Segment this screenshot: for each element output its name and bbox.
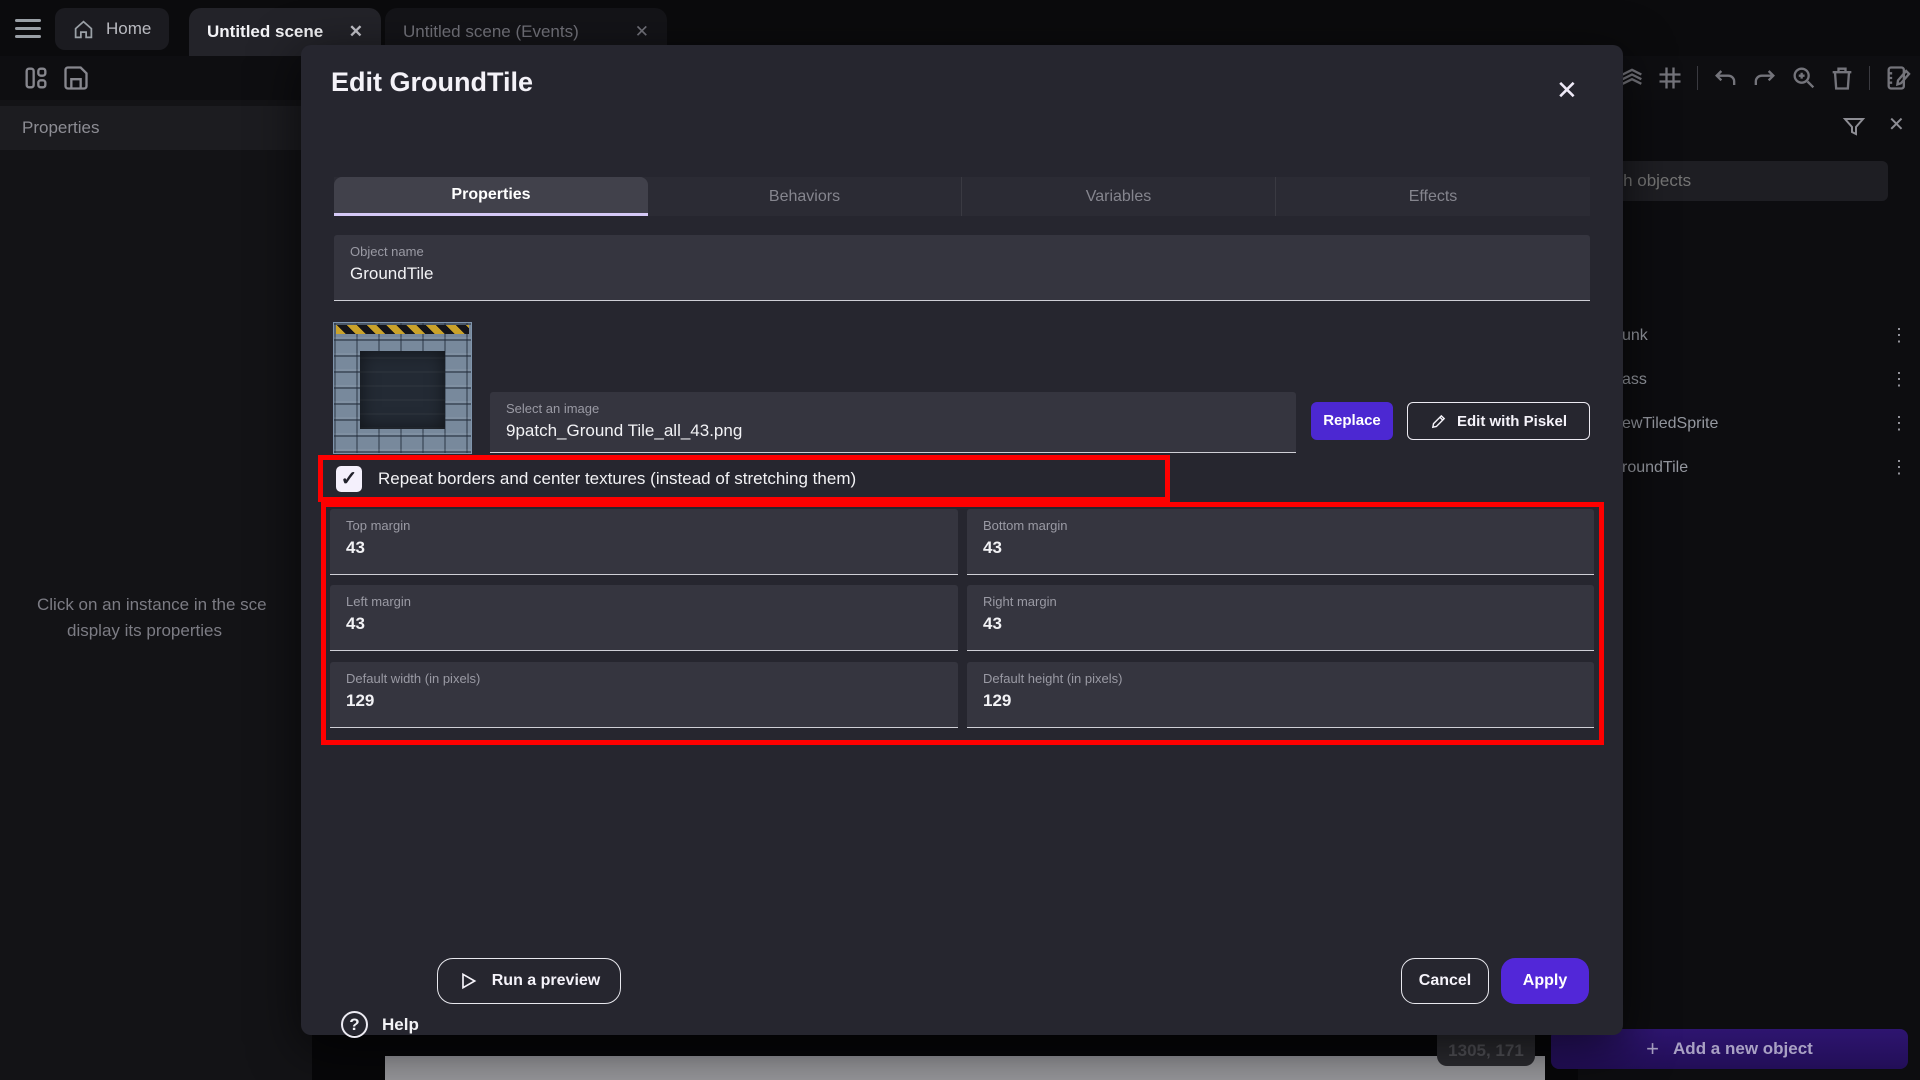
add-new-object-button[interactable]: + Add a new object: [1551, 1029, 1908, 1069]
field-label: Bottom margin: [983, 518, 1068, 533]
redo-icon[interactable]: [1750, 64, 1778, 92]
sprite-thumbnail[interactable]: [334, 323, 471, 453]
field-label: Select an image: [506, 401, 599, 416]
undo-icon[interactable]: [1712, 64, 1740, 92]
pencil-edit-icon: [1430, 413, 1447, 430]
help-button[interactable]: ? Help: [341, 1011, 419, 1038]
object-list-item[interactable]: unk ⋮: [1578, 316, 1920, 360]
apply-button[interactable]: Apply: [1501, 958, 1589, 1004]
top-margin-field[interactable]: Top margin 43: [330, 509, 958, 575]
objects-panel: ✕ unk ⋮ ass ⋮ ewTiledSprite ⋮ roundTile …: [1578, 100, 1920, 1080]
tab-label: Home: [106, 19, 151, 39]
object-label: ass: [1622, 371, 1647, 389]
kebab-menu-icon[interactable]: ⋮: [1890, 325, 1908, 346]
kebab-menu-icon[interactable]: ⋮: [1890, 413, 1908, 434]
run-preview-label: Run a preview: [492, 972, 600, 990]
object-list-item[interactable]: ass ⋮: [1578, 360, 1920, 404]
help-label: Help: [382, 1015, 419, 1035]
app-window: Home Untitled scene ✕ Untitled scene (Ev…: [0, 0, 1920, 1080]
field-value: 129: [346, 691, 374, 711]
field-value: 43: [346, 538, 365, 558]
kebab-menu-icon[interactable]: ⋮: [1890, 369, 1908, 390]
field-value: 43: [346, 614, 365, 634]
cancel-button[interactable]: Cancel: [1401, 958, 1489, 1004]
close-tab-icon[interactable]: ✕: [635, 22, 649, 42]
field-value: 129: [983, 691, 1011, 711]
add-new-object-label: Add a new object: [1673, 1039, 1813, 1059]
field-label: Left margin: [346, 594, 411, 609]
edit-object-dialog: Edit GroundTile ✕ Properties Behaviors V…: [301, 45, 1623, 1035]
kebab-menu-icon[interactable]: ⋮: [1890, 457, 1908, 478]
properties-panel: Properties Click on an instance in the s…: [0, 100, 312, 1080]
trash-icon[interactable]: [1828, 64, 1856, 92]
close-dialog-icon[interactable]: ✕: [1556, 75, 1578, 106]
edit-scene-properties-icon[interactable]: [1884, 64, 1912, 92]
object-label: unk: [1622, 327, 1648, 345]
field-label: Object name: [350, 244, 424, 259]
scene-canvas-edge: [385, 1056, 1545, 1080]
bottom-margin-field[interactable]: Bottom margin 43: [967, 509, 1594, 575]
object-list-item[interactable]: ewTiledSprite ⋮: [1578, 404, 1920, 448]
object-label: ewTiledSprite: [1622, 415, 1718, 433]
run-preview-button[interactable]: Run a preview: [437, 958, 621, 1004]
field-value: GroundTile: [350, 264, 433, 284]
filter-icon[interactable]: [1842, 114, 1866, 138]
replace-button[interactable]: Replace: [1311, 402, 1393, 440]
repeat-borders-checkbox[interactable]: ✓: [336, 466, 362, 492]
left-margin-field[interactable]: Left margin 43: [330, 585, 958, 651]
field-value: 9patch_Ground Tile_all_43.png: [506, 421, 742, 441]
tab-properties[interactable]: Properties: [334, 177, 648, 216]
select-image-field[interactable]: Select an image 9patch_Ground Tile_all_4…: [490, 392, 1296, 453]
tab-effects[interactable]: Effects: [1276, 177, 1590, 216]
thumbnail-hazard-stripe: [336, 325, 469, 334]
right-margin-field[interactable]: Right margin 43: [967, 585, 1594, 651]
field-label: Default width (in pixels): [346, 671, 480, 686]
plus-icon: +: [1646, 1036, 1659, 1062]
properties-empty-message: Click on an instance in the sce display …: [0, 592, 312, 644]
field-value: 43: [983, 538, 1002, 558]
object-name-field[interactable]: Object name GroundTile: [334, 235, 1590, 301]
home-icon: [73, 19, 94, 40]
field-value: 43: [983, 614, 1002, 634]
zoom-in-icon[interactable]: [1790, 64, 1818, 92]
tab-label: Untitled scene: [207, 22, 323, 42]
play-icon: [458, 971, 478, 991]
grid-icon[interactable]: [1656, 64, 1684, 92]
properties-panel-header: Properties: [0, 106, 312, 150]
toolbar-divider: [1697, 66, 1698, 90]
repeat-borders-label: Repeat borders and center textures (inst…: [378, 469, 856, 489]
dialog-title: Edit GroundTile: [331, 67, 533, 98]
field-label: Default height (in pixels): [983, 671, 1122, 686]
close-tab-icon[interactable]: ✕: [349, 22, 363, 42]
thumbnail-center: [360, 351, 445, 429]
hamburger-menu-icon[interactable]: [15, 19, 41, 38]
field-label: Top margin: [346, 518, 410, 533]
save-icon[interactable]: [62, 64, 90, 92]
layout-panels-icon[interactable]: [22, 64, 50, 92]
object-label: roundTile: [1622, 459, 1688, 477]
tab-home[interactable]: Home: [55, 8, 169, 50]
tab-variables[interactable]: Variables: [962, 177, 1276, 216]
default-height-field[interactable]: Default height (in pixels) 129: [967, 662, 1594, 728]
toolbar-divider: [1869, 66, 1870, 90]
repeat-borders-row: ✓ Repeat borders and center textures (in…: [336, 463, 856, 495]
default-width-field[interactable]: Default width (in pixels) 129: [330, 662, 958, 728]
tab-behaviors[interactable]: Behaviors: [648, 177, 962, 216]
question-mark-icon: ?: [341, 1011, 368, 1038]
field-label: Right margin: [983, 594, 1057, 609]
edit-with-piskel-button[interactable]: Edit with Piskel: [1407, 402, 1590, 440]
tab-label: Untitled scene (Events): [403, 22, 579, 42]
close-panel-icon[interactable]: ✕: [1888, 112, 1905, 137]
object-list-item[interactable]: roundTile ⋮: [1578, 448, 1920, 492]
dialog-tab-bar: Properties Behaviors Variables Effects: [334, 177, 1590, 216]
edit-with-piskel-label: Edit with Piskel: [1457, 413, 1567, 430]
